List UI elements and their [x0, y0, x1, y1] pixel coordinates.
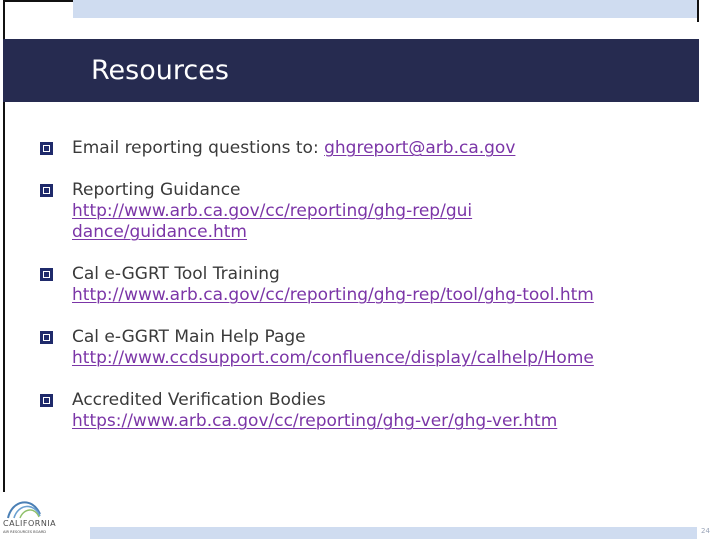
email-link[interactable]: ghgreport@arb.ca.gov	[324, 138, 515, 158]
resource-list: Email reporting questions to: ghgreport@…	[40, 138, 700, 453]
item-label: Accredited Verification Bodies	[72, 390, 326, 410]
slide-number: 24	[701, 527, 710, 535]
item-label: Reporting Guidance	[72, 180, 241, 200]
tool-training-link[interactable]: http://www.arb.ca.gov/cc/reporting/ghg-r…	[72, 285, 594, 305]
list-item-verification-bodies: Accredited Verification Bodies https://w…	[40, 390, 700, 432]
square-bullet-icon	[40, 142, 53, 155]
item-label: Cal e-GGRT Main Help Page	[72, 327, 306, 347]
square-bullet-icon	[40, 268, 53, 281]
logo-subtitle: AIR RESOURCES BOARD	[3, 530, 47, 534]
logo-name: CALIFORNIA	[3, 519, 57, 528]
list-item-reporting-guidance: Reporting Guidance http://www.arb.ca.gov…	[40, 180, 700, 243]
square-bullet-icon	[40, 331, 53, 344]
bottom-accent-band	[90, 527, 697, 539]
top-accent-band	[73, 0, 697, 18]
frame-top-line	[3, 0, 73, 2]
verification-bodies-link[interactable]: https://www.arb.ca.gov/cc/reporting/ghg-…	[72, 411, 557, 431]
slide: Resources Email reporting questions to: …	[0, 0, 717, 539]
reporting-guidance-link[interactable]: http://www.arb.ca.gov/cc/reporting/ghg-r…	[72, 201, 482, 243]
item-label: Cal e-GGRT Tool Training	[72, 264, 280, 284]
item-label: Email reporting questions to:	[72, 138, 325, 158]
square-bullet-icon	[40, 394, 53, 407]
frame-right-line	[697, 0, 699, 22]
list-item-email: Email reporting questions to: ghgreport@…	[40, 138, 700, 159]
list-item-tool-training: Cal e-GGRT Tool Training http://www.arb.…	[40, 264, 700, 306]
slide-title: Resources	[91, 55, 229, 86]
square-bullet-icon	[40, 184, 53, 197]
list-item-help-page: Cal e-GGRT Main Help Page http://www.ccd…	[40, 327, 700, 369]
help-page-link[interactable]: http://www.ccdsupport.com/confluence/dis…	[72, 348, 594, 368]
